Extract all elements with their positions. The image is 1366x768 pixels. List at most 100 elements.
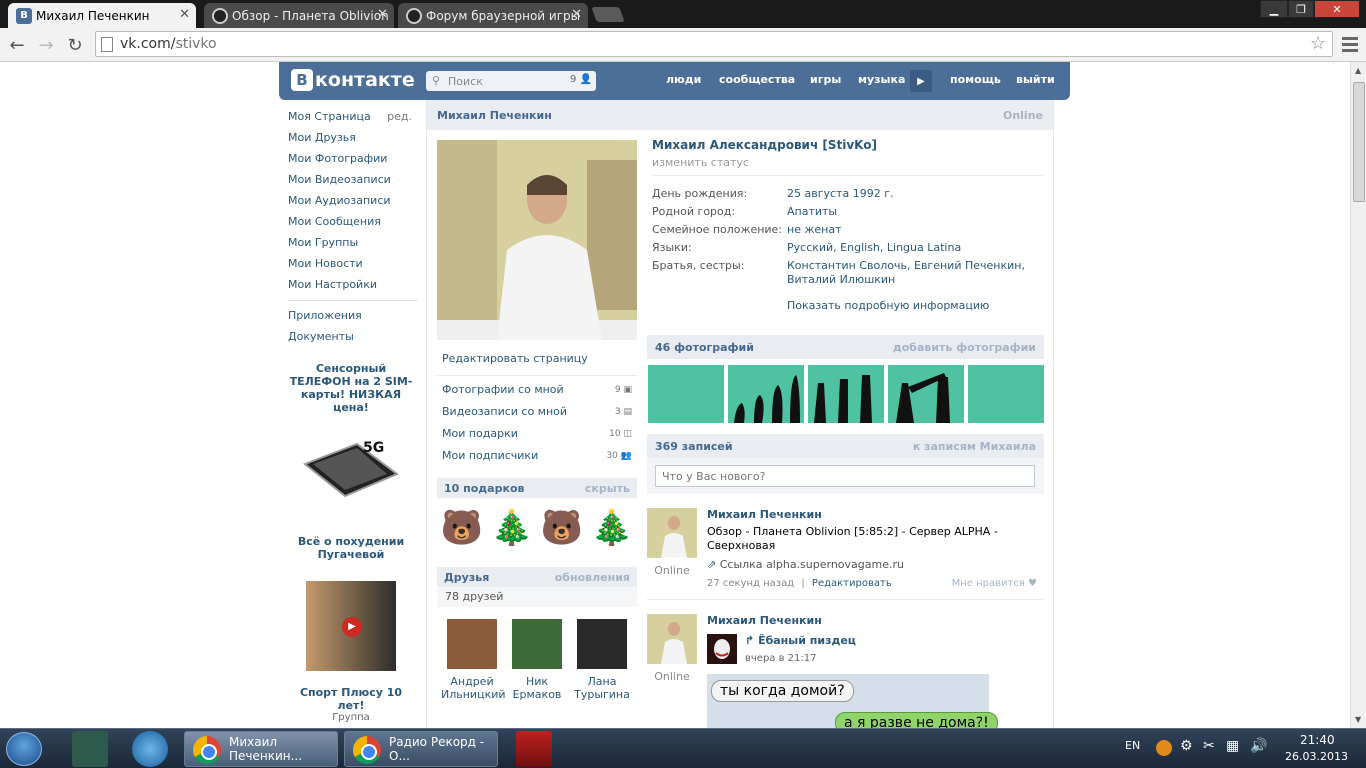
clock-date[interactable]: 26.03.2013 bbox=[1285, 750, 1348, 763]
tray-app-icon[interactable]: ⚙ bbox=[1180, 738, 1193, 754]
menu-icon[interactable] bbox=[1340, 34, 1360, 54]
to-posts-link[interactable]: к записям Михаила bbox=[913, 440, 1036, 453]
photo-thumbnail[interactable] bbox=[808, 365, 884, 423]
nav-games[interactable]: игры bbox=[810, 73, 841, 86]
nav-logout[interactable]: выйти bbox=[1016, 73, 1055, 86]
vk-logo[interactable]: B контакте bbox=[291, 69, 415, 91]
repost-title[interactable]: ↱ Ёбаный пиздец bbox=[745, 634, 856, 647]
tab-vk[interactable]: B Михаил Печенкин ✕ bbox=[8, 3, 196, 28]
nav-people[interactable]: люди bbox=[666, 73, 701, 86]
updates-link[interactable]: обновления bbox=[555, 571, 630, 584]
close-tab-icon[interactable]: ✕ bbox=[571, 7, 582, 22]
tree-gift-icon[interactable]: 🎄 bbox=[591, 504, 633, 552]
play-icon[interactable]: ▶ bbox=[910, 70, 932, 92]
new-post-input[interactable] bbox=[655, 465, 1035, 487]
nav-help[interactable]: помощь bbox=[950, 73, 1001, 86]
friend-card[interactable]: Ник Ермаков bbox=[506, 619, 568, 701]
reload-icon[interactable]: ↻ bbox=[64, 34, 86, 56]
page-scrollbar[interactable]: ▲ ▼ bbox=[1350, 62, 1366, 728]
repost-avatar[interactable] bbox=[707, 634, 737, 664]
videos-with-me-link[interactable]: Видеозаписи со мной 3 ▤ bbox=[437, 401, 637, 423]
post-link[interactable]: ⇗ Ссылка alpha.supernovagame.ru bbox=[707, 558, 1037, 571]
edit-link[interactable]: ред. bbox=[387, 108, 412, 125]
edit-page-link[interactable]: Редактировать страницу bbox=[437, 348, 637, 370]
scroll-thumb[interactable] bbox=[1353, 82, 1365, 202]
my-gifts-link[interactable]: Мои подарки 10 ◫ bbox=[437, 423, 637, 445]
post-author[interactable]: Михаил Печенкин bbox=[707, 508, 1037, 521]
repost-icon: ↱ bbox=[745, 634, 755, 647]
tree-gift-icon[interactable]: 🎄 bbox=[491, 504, 533, 552]
post-time[interactable]: 27 секунд назад bbox=[707, 578, 794, 589]
menu-settings[interactable]: Мои Настройки bbox=[288, 276, 418, 297]
chat-image[interactable]: ты когда домой? а я разве не дома?! bbox=[707, 674, 998, 728]
post-author[interactable]: Михаил Печенкин bbox=[707, 614, 1037, 627]
tray-app-icon[interactable]: ✂ bbox=[1203, 738, 1215, 754]
close-window-icon[interactable]: ✕ bbox=[1314, 0, 1360, 18]
post-body: Михаил Печенкин Обзор - Планета Oblivion… bbox=[707, 508, 1037, 589]
pinned-app-icon[interactable] bbox=[516, 731, 552, 767]
search-input[interactable]: ⚲ Поиск 9 👤 bbox=[426, 71, 596, 91]
photos-with-me-link[interactable]: Фотографии со мной 9 ▣ bbox=[437, 379, 637, 401]
tab-oblivion[interactable]: Обзор - Планета Oblivion ✕ bbox=[204, 3, 394, 28]
start-button[interactable] bbox=[6, 732, 42, 766]
friend-card[interactable]: Андрей Ильницкий bbox=[441, 619, 506, 701]
post-time[interactable]: вчера в 21:17 bbox=[745, 653, 817, 664]
post-author-avatar[interactable] bbox=[647, 508, 697, 558]
gift-icon: ◫ bbox=[623, 429, 632, 439]
language-indicator[interactable]: EN bbox=[1125, 739, 1140, 752]
task-vk[interactable]: Михаил Печенкин... bbox=[184, 731, 338, 767]
close-tab-icon[interactable]: ✕ bbox=[179, 7, 190, 22]
show-more-info-link[interactable]: Показать подробную информацию bbox=[787, 299, 1044, 312]
photo-thumbnail[interactable] bbox=[968, 365, 1044, 423]
menu-documents[interactable]: Документы bbox=[288, 328, 418, 349]
address-bar[interactable]: vk.com/stivko ☆ bbox=[95, 31, 1333, 57]
hide-link[interactable]: скрыть bbox=[585, 482, 630, 495]
edit-post-link[interactable]: Редактировать bbox=[812, 578, 892, 589]
menu-messages[interactable]: Мои Сообщения bbox=[288, 213, 418, 234]
bookmark-star-icon[interactable]: ☆ bbox=[1310, 33, 1326, 54]
friend-card[interactable]: Лана Турыгина bbox=[571, 619, 633, 701]
tab-forum[interactable]: Форум браузерной игры ✕ bbox=[398, 3, 588, 28]
bear-gift-icon[interactable]: 🐻 bbox=[541, 504, 583, 552]
ad-phone[interactable]: Сенсорный ТЕЛЕФОН на 2 SIM-карты! НИЗКАЯ… bbox=[288, 362, 414, 509]
like-button[interactable]: Мне нравится ♥ bbox=[952, 578, 1037, 589]
menu-news[interactable]: Мои Новости bbox=[288, 255, 418, 276]
menu-photos[interactable]: Мои Фотографии bbox=[288, 150, 418, 171]
maximize-icon[interactable]: ❐ bbox=[1288, 0, 1314, 18]
menu-videos[interactable]: Мои Видеозаписи bbox=[288, 171, 418, 192]
media-player-icon[interactable] bbox=[132, 731, 168, 767]
new-tab-button[interactable] bbox=[591, 7, 625, 22]
friends-title[interactable]: Друзья bbox=[444, 571, 489, 584]
my-followers-link[interactable]: Мои подписчики 30 👥 bbox=[437, 445, 637, 467]
photos-title[interactable]: 46 фотографий bbox=[655, 341, 754, 354]
menu-audio[interactable]: Мои Аудиозаписи bbox=[288, 192, 418, 213]
nav-music[interactable]: музыка bbox=[858, 73, 905, 86]
bear-gift-icon[interactable]: 🐻 bbox=[441, 504, 483, 552]
menu-friends[interactable]: Мои Друзья bbox=[288, 129, 418, 150]
minimize-icon[interactable]: ▁ bbox=[1260, 0, 1288, 18]
close-tab-icon[interactable]: ✕ bbox=[377, 7, 388, 22]
ad-pugacheva[interactable]: Всё о похудении Пугачевой ▶ bbox=[288, 535, 414, 671]
back-arrow-icon[interactable]: ← bbox=[6, 34, 28, 56]
forward-arrow-icon[interactable]: → bbox=[35, 34, 57, 56]
posts-title[interactable]: 369 записей bbox=[655, 440, 733, 453]
tray-app-icon[interactable] bbox=[1156, 740, 1172, 756]
add-photos-link[interactable]: добавить фотографии bbox=[893, 341, 1036, 354]
ad-sport[interactable]: Спорт Плюсу 10 лет! Группа bbox=[288, 686, 414, 723]
volume-icon[interactable]: 🔊 bbox=[1250, 738, 1267, 754]
change-status-link[interactable]: изменить статус bbox=[652, 156, 1044, 169]
menu-groups[interactable]: Мои Группы bbox=[288, 234, 418, 255]
menu-apps[interactable]: Приложения bbox=[288, 307, 418, 328]
clock-time[interactable]: 21:40 bbox=[1300, 733, 1335, 747]
nav-communities[interactable]: сообщества bbox=[719, 73, 795, 86]
pinned-app-icon[interactable] bbox=[72, 731, 108, 767]
post-author-avatar[interactable] bbox=[647, 614, 697, 664]
gifts-title[interactable]: 10 подарков bbox=[444, 482, 524, 495]
task-radio[interactable]: Радио Рекорд - О... bbox=[344, 731, 498, 767]
network-icon[interactable]: ▦ bbox=[1226, 738, 1239, 754]
photo-thumbnail[interactable] bbox=[648, 365, 724, 423]
menu-my-page[interactable]: Моя Страница ред. bbox=[288, 108, 418, 129]
profile-photo[interactable] bbox=[437, 140, 637, 340]
photo-thumbnail[interactable] bbox=[888, 365, 964, 423]
photo-thumbnail[interactable] bbox=[728, 365, 804, 423]
